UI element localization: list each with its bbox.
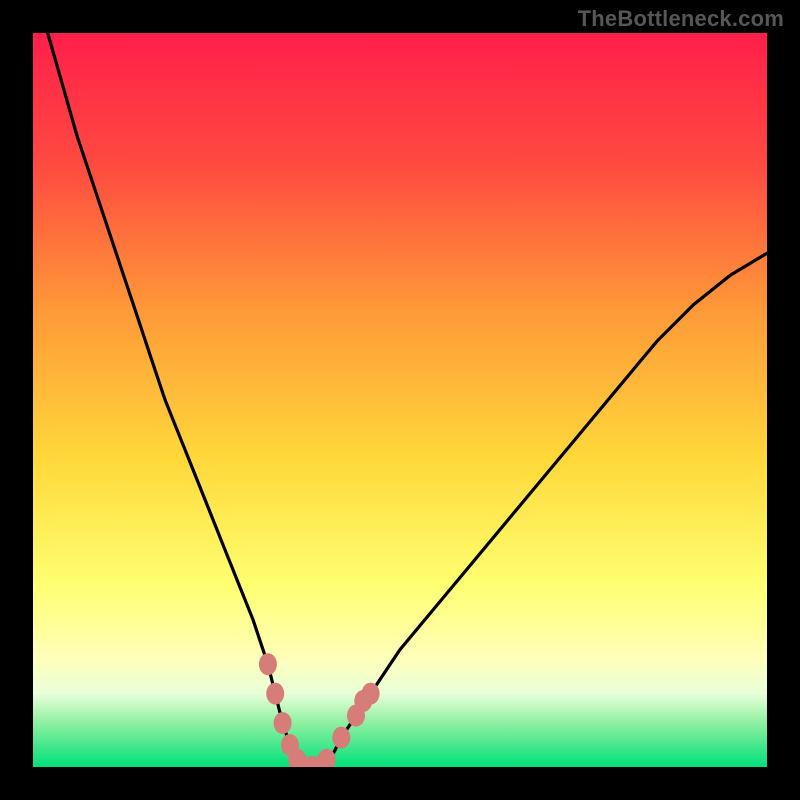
- frame-bottom: [0, 767, 800, 800]
- curve-marker: [332, 727, 350, 749]
- chart-svg: [0, 0, 800, 800]
- frame-right: [767, 0, 800, 800]
- plot-background: [33, 33, 767, 767]
- curve-marker: [266, 683, 284, 705]
- curve-marker: [274, 712, 292, 734]
- frame-left: [0, 0, 33, 800]
- chart-frame: TheBottleneck.com: [0, 0, 800, 800]
- curve-marker: [259, 653, 277, 675]
- curve-marker: [362, 683, 380, 705]
- watermark: TheBottleneck.com: [578, 6, 784, 32]
